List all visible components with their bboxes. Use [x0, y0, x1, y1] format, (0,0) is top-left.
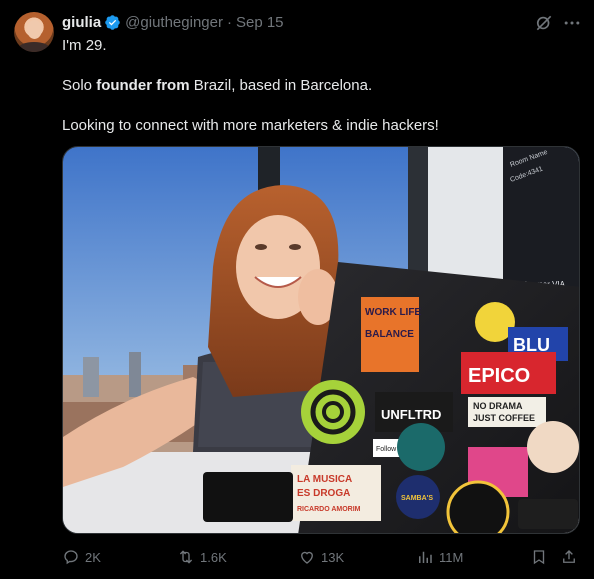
- text-line-connect: Looking to connect with more marketers &…: [62, 117, 439, 134]
- repost-icon: [179, 550, 193, 564]
- tweet-date[interactable]: Sep 15: [236, 14, 284, 31]
- bookmark-icon: [533, 550, 545, 565]
- text-line-founder: Solo founder from Brazil, based in Barce…: [62, 76, 582, 96]
- sticker-face: [527, 421, 579, 473]
- reply-icon: [64, 550, 78, 565]
- avatar-shoulders: [18, 42, 50, 52]
- sticker-teal-circle: [397, 423, 445, 471]
- sticker-musica-text: LA MUSICA: [297, 474, 352, 485]
- sticker-sambas-text: SAMBA'S: [401, 495, 433, 502]
- avatar-face: [27, 20, 42, 39]
- sticker-unfltrd-text: UNFLTRD: [381, 407, 441, 422]
- separator-dot: ·: [226, 13, 232, 31]
- author-name[interactable]: giulia: [62, 14, 101, 31]
- views-icon: [419, 551, 432, 563]
- grok-icon[interactable]: [534, 13, 554, 33]
- share-button[interactable]: [560, 546, 583, 568]
- action-bar: 2K 1.6K 13K 11M: [62, 546, 582, 568]
- avatar[interactable]: [14, 12, 54, 52]
- sticker-epico-text: EPICO: [468, 365, 530, 387]
- sticker-droga-text: ES DROGA: [297, 488, 350, 499]
- bookmark-button[interactable]: [530, 546, 553, 568]
- views-button[interactable]: 11M: [416, 546, 463, 568]
- tweet-text: I'm 29. Solo founder from Brazil, based …: [62, 36, 582, 136]
- sticker-balance-text: BALANCE: [365, 329, 414, 340]
- text-segment: Brazil, based in Barcelona.: [189, 77, 373, 94]
- like-icon: [301, 551, 313, 564]
- author-handle[interactable]: @giutheginger: [125, 14, 223, 31]
- text-bold-segment: founder from: [96, 77, 190, 94]
- share-icon: [563, 550, 575, 563]
- sticker-ricardo-text: RICARDO AMORIM: [297, 506, 361, 513]
- repost-count: 1.6K: [200, 549, 227, 565]
- sticker-work-text: WORK LIFE: [365, 307, 421, 318]
- photo-scene: Room Name Code:4341 kramer VIA WORK LIFE: [63, 147, 579, 533]
- sticker-no-drama-text: NO DRAMA: [473, 401, 523, 411]
- text-segment: Solo: [62, 77, 97, 94]
- views-count: 11M: [439, 549, 464, 565]
- reply-button[interactable]: 2K: [62, 546, 101, 568]
- tweet-photo[interactable]: Room Name Code:4341 kramer VIA WORK LIFE: [62, 146, 580, 534]
- tweet-header: giulia @giutheginger · Sep 15: [62, 12, 284, 32]
- sticker-round-black: [446, 480, 510, 533]
- tweet[interactable]: giulia @giutheginger · Sep 15 I'm 29. So…: [0, 0, 594, 579]
- verified-badge-icon: [105, 14, 120, 30]
- text-line-age: I'm 29.: [62, 37, 107, 54]
- reply-count: 2K: [85, 549, 101, 565]
- like-count: 13K: [321, 549, 345, 565]
- sticker-just-coffee-text: JUST COFFEE: [473, 413, 535, 423]
- repost-button[interactable]: 1.6K: [177, 546, 227, 568]
- like-button[interactable]: 13K: [298, 546, 344, 568]
- more-icon[interactable]: [562, 13, 582, 33]
